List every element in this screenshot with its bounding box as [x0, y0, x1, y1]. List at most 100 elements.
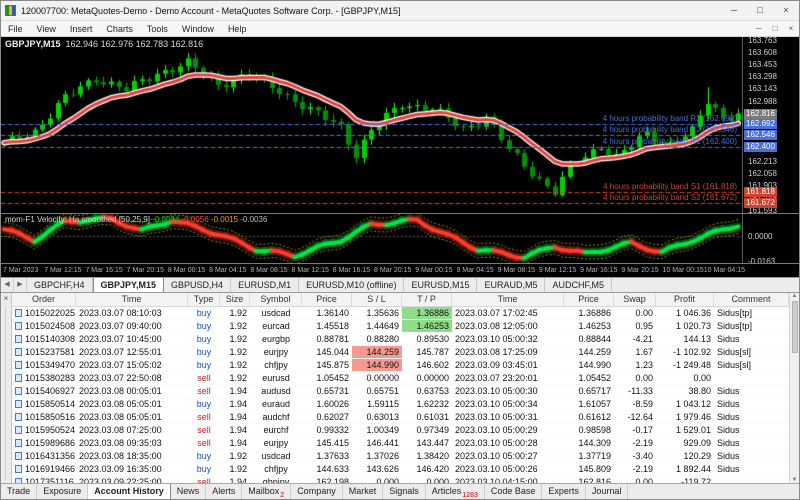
table-row[interactable]: 10173511162023.03.09 22:25:00sell1.94gbp… — [12, 476, 789, 483]
col-comment[interactable]: Comment — [714, 293, 789, 306]
menu-window[interactable]: Window — [175, 23, 221, 35]
cell-type: buy — [188, 333, 220, 345]
bottom-tab-mailbox[interactable]: Mailbox2 — [242, 484, 291, 499]
table-row[interactable]: 10152375812023.03.07 12:55:01buy1.92eurj… — [12, 346, 789, 359]
bottom-tab-trade[interactable]: Trade — [1, 484, 37, 499]
chart-tab-eurusd-m10-offline-[interactable]: EURUSD,M10 (offline) — [299, 278, 404, 292]
cell-open_time: 2023.03.07 12:55:01 — [76, 346, 188, 358]
minimize-button[interactable]: ─ — [721, 1, 747, 20]
close-button[interactable]: × — [773, 1, 799, 20]
col-sl[interactable]: S / L — [352, 293, 402, 306]
bottom-tab-account-history[interactable]: Account History — [88, 484, 171, 499]
table-row[interactable]: 10159505242023.03.08 07:25:00sell1.94eur… — [12, 424, 789, 437]
scroll-up-icon[interactable]: ▲ — [792, 293, 798, 299]
menu-view[interactable]: View — [30, 23, 63, 35]
cell-close_time: 2023.03.07 17:02:45 — [452, 307, 564, 319]
menu-file[interactable]: File — [1, 23, 30, 35]
col-size[interactable]: Size — [220, 293, 250, 306]
chart-close-button[interactable]: × — [783, 24, 799, 33]
col-close_price[interactable]: Price — [564, 293, 614, 306]
chart-restore-button[interactable]: □ — [767, 24, 783, 33]
table-row[interactable]: 10154069272023.03.08 00:05:01sell1.94aud… — [12, 385, 789, 398]
cell-symbol: eurusd — [250, 372, 302, 384]
cell-profit: 144.13 — [656, 333, 714, 345]
table-row[interactable]: 10150245082023.03.07 09:40:00buy1.92eurc… — [12, 320, 789, 333]
chart-tab-euraud-m5[interactable]: EURAUD,M5 — [477, 278, 545, 292]
title-bar[interactable]: 120007700: MetaQuotes-Demo - Demo Accoun… — [1, 1, 799, 21]
table-row[interactable]: 10169194662023.03.09 16:35:00buy1.92chfj… — [12, 463, 789, 476]
cell-size: 1.92 — [220, 346, 250, 358]
bottom-tab-signals[interactable]: Signals — [383, 484, 426, 499]
table-row[interactable]: 10159896862023.03.08 09:35:03sell1.94eur… — [12, 437, 789, 450]
col-tp[interactable]: T / P — [402, 293, 452, 306]
table-row[interactable]: 10151403082023.03.07 10:45:00buy1.92eurg… — [12, 333, 789, 346]
col-profit[interactable]: Profit — [656, 293, 714, 306]
bottom-tab-journal[interactable]: Journal — [586, 484, 629, 499]
cell-symbol: eurjpy — [250, 346, 302, 358]
col-order[interactable]: Order — [12, 293, 76, 306]
bottom-tab-news[interactable]: News — [171, 484, 207, 499]
cell-profit: -119.72 — [656, 476, 714, 483]
chart-area[interactable]: GBPJPY,M15162.946 162.976 162.783 162.81… — [1, 37, 799, 213]
table-row[interactable]: 10150220252023.03.07 08:10:03buy1.92usdc… — [12, 307, 789, 320]
cell-tp: 0.97349 — [402, 424, 452, 436]
cell-symbol: usdcad — [250, 307, 302, 319]
menu-bar: FileViewInsertChartsToolsWindowHelp ─□× — [1, 21, 799, 37]
cell-tp: 1.46253 — [402, 320, 452, 332]
maximize-button[interactable]: □ — [747, 1, 773, 20]
cell-tp: 0.61031 — [402, 411, 452, 423]
bottom-tab-code-base[interactable]: Code Base — [485, 484, 543, 499]
menu-help[interactable]: Help — [221, 23, 254, 35]
chart-tab-audchf-m5[interactable]: AUDCHF,M5 — [545, 278, 612, 292]
cell-open_time: 2023.03.08 05:05:01 — [76, 411, 188, 423]
col-swap[interactable]: Swap — [614, 293, 656, 306]
indicator-axis-label: -0.0163 — [748, 257, 775, 263]
tabs-scroll-left-icon[interactable]: ◀ — [1, 278, 14, 292]
time-axis-label: 7 Mar 16:15 — [85, 267, 122, 274]
col-close_time[interactable]: Time — [452, 293, 564, 306]
chart-tab-gbpjpy-m15[interactable]: GBPJPY,M15 — [93, 278, 165, 292]
bottom-tab-company[interactable]: Company — [291, 484, 343, 499]
order-icon — [15, 322, 22, 330]
bottom-tab-exposure[interactable]: Exposure — [37, 484, 88, 499]
cell-swap: -2.19 — [614, 463, 656, 475]
chart-tab-gbpusd-h4[interactable]: GBPUSD,H4 — [164, 278, 231, 292]
chart-tab-gbpchf-h4[interactable]: GBPCHF,H4 — [27, 278, 93, 292]
indicator-pane[interactable]: mom-F1 Velocity: Ha smoothed [50,25,9] -… — [1, 213, 799, 263]
order-icon — [15, 348, 22, 356]
table-row[interactable]: 10153494702023.03.07 15:05:02buy1.92chfj… — [12, 359, 789, 372]
bottom-tab-articles[interactable]: Articles1283 — [426, 484, 485, 499]
table-row[interactable]: 10153802832023.03.07 22:50:08sell1.92eur… — [12, 372, 789, 385]
terminal-close-button[interactable]: × — [4, 294, 9, 304]
scrollbar-thumb[interactable] — [792, 301, 798, 353]
cell-profit: 1 046.36 — [656, 307, 714, 319]
col-price[interactable]: Price — [302, 293, 352, 306]
table-row[interactable]: 10158505142023.03.08 05:05:01buy1.94eura… — [12, 398, 789, 411]
chart-tab-eurusd-m1[interactable]: EURUSD,M1 — [231, 278, 299, 292]
table-scrollbar[interactable]: ▲ ▼ — [789, 293, 799, 483]
col-open_time[interactable]: Time — [76, 293, 188, 306]
indicator-axis: 0.0000-0.0163 — [742, 214, 799, 263]
chart-symbol-label: GBPJPY,M15 — [5, 39, 61, 49]
cell-price: 162.198 — [302, 476, 352, 483]
table-row[interactable]: 10164313562023.03.08 18:35:00buy1.92usdc… — [12, 450, 789, 463]
order-icon — [15, 400, 22, 408]
cell-price: 145.875 — [302, 359, 352, 371]
col-symbol[interactable]: Symbol — [250, 293, 302, 306]
cell-order: 1015406927 — [12, 385, 76, 397]
menu-charts[interactable]: Charts — [99, 23, 140, 35]
col-type[interactable]: Type — [188, 293, 220, 306]
chart-minimize-button[interactable]: ─ — [751, 24, 767, 33]
bottom-tab-experts[interactable]: Experts — [542, 484, 586, 499]
bottom-tab-alerts[interactable]: Alerts — [206, 484, 242, 499]
chart-tab-eurusd-m15[interactable]: EURUSD,M15 — [404, 278, 477, 292]
cell-price: 1.36140 — [302, 307, 352, 319]
cell-swap: -4.21 — [614, 333, 656, 345]
table-row[interactable]: 10158505162023.03.08 05:05:01sell1.94aud… — [12, 411, 789, 424]
cell-open_time: 2023.03.08 05:05:01 — [76, 398, 188, 410]
menu-insert[interactable]: Insert — [63, 23, 100, 35]
cell-price: 0.99332 — [302, 424, 352, 436]
menu-tools[interactable]: Tools — [140, 23, 175, 35]
tabs-scroll-right-icon[interactable]: ▶ — [14, 278, 27, 292]
bottom-tab-market[interactable]: Market — [343, 484, 384, 499]
